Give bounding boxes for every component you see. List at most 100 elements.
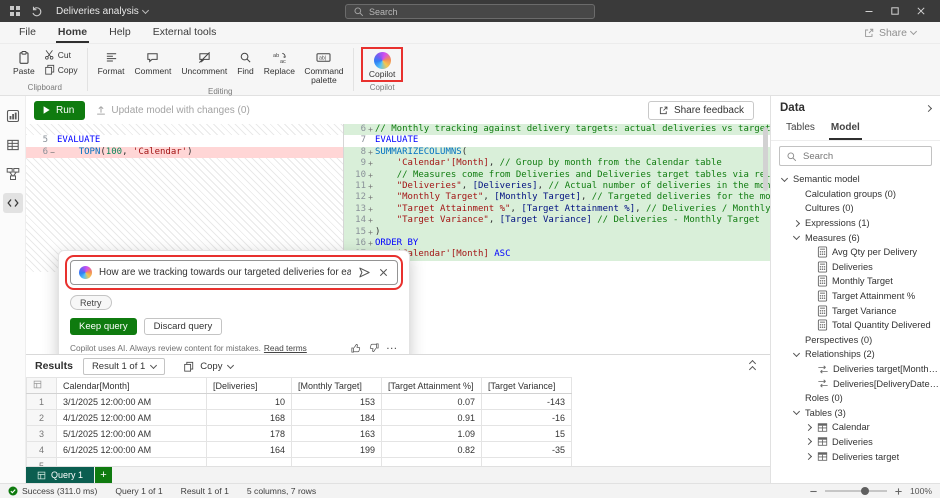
results-cell[interactable] bbox=[382, 458, 482, 467]
results-row[interactable]: 35/1/2025 12:00:00 AM1781631.0915 bbox=[27, 426, 572, 442]
code-line-8[interactable]: 8+SUMMARIZECOLUMNS( bbox=[344, 147, 770, 158]
copilot-prompt-input[interactable]: How are we tracking towards our targeted… bbox=[70, 260, 398, 285]
run-button[interactable]: Run bbox=[34, 101, 85, 120]
results-cell[interactable]: 199 bbox=[292, 442, 382, 458]
results-row[interactable]: 13/1/2025 12:00:00 AM101530.07-143 bbox=[27, 394, 572, 410]
tree-item-total-quantity-delivered[interactable]: Total Quantity Delivered bbox=[771, 318, 940, 333]
results-cell[interactable]: 0.91 bbox=[382, 410, 482, 426]
results-cell[interactable]: 10 bbox=[207, 394, 292, 410]
zoom-in-icon[interactable] bbox=[894, 487, 903, 496]
results-cell[interactable]: 0.82 bbox=[382, 442, 482, 458]
tree-item-semantic-model[interactable]: Semantic model bbox=[771, 172, 940, 187]
results-cell[interactable]: 1.09 bbox=[382, 426, 482, 442]
code-line-5[interactable]: 5EVALUATE bbox=[26, 135, 343, 146]
code-line-7[interactable]: 7EVALUATE bbox=[344, 135, 770, 146]
code-line-11[interactable]: 11+ "Deliveries", [Deliveries], // Actua… bbox=[344, 181, 770, 192]
code-line-16[interactable]: 16+ORDER BY bbox=[344, 238, 770, 249]
code-line-10[interactable]: 10+ // Measures come from Deliveries and… bbox=[344, 170, 770, 181]
results-column-header[interactable]: [Deliveries] bbox=[207, 378, 292, 394]
editing-format-button[interactable]: Format bbox=[94, 46, 129, 77]
editing-comment-button[interactable]: Comment bbox=[131, 46, 176, 77]
results-row[interactable]: 46/1/2025 12:00:00 AM1641990.82-35 bbox=[27, 442, 572, 458]
read-terms-link[interactable]: Read terms bbox=[264, 343, 307, 353]
code-line-9[interactable]: 9+ 'Calendar'[Month], // Group by month … bbox=[344, 158, 770, 169]
thumbs-down-icon[interactable] bbox=[369, 343, 379, 353]
discard-query-button[interactable]: Discard query bbox=[144, 318, 223, 335]
data-pane-tab-tables[interactable]: Tables bbox=[780, 120, 821, 140]
tree-item-deliveries-target[interactable]: Deliveries target bbox=[771, 449, 940, 464]
code-line-6[interactable]: 6+// Monthly tracking against delivery t… bbox=[344, 124, 770, 135]
titlebar-search-box[interactable]: Search bbox=[345, 4, 595, 19]
results-cell[interactable]: 184 bbox=[292, 410, 382, 426]
query-tab[interactable]: Query 1 bbox=[26, 467, 94, 483]
title-chevron-down-icon[interactable] bbox=[142, 6, 149, 13]
results-row[interactable]: 24/1/2025 12:00:00 AM1681840.91-16 bbox=[27, 410, 572, 426]
results-row[interactable]: 5 bbox=[27, 458, 572, 467]
copilot-button[interactable]: Copilot bbox=[365, 49, 399, 80]
editing-replace-button[interactable]: abacReplace bbox=[260, 46, 299, 77]
share-button[interactable]: Share bbox=[863, 27, 932, 39]
dax-editor[interactable]: 5EVALUATE6− TOPN(100, 'Calendar') 6+// M… bbox=[26, 124, 770, 354]
results-cell[interactable]: 164 bbox=[207, 442, 292, 458]
editor-scrollbar[interactable] bbox=[763, 127, 768, 191]
cut-button[interactable]: Cut bbox=[41, 48, 81, 61]
results-cell[interactable]: 163 bbox=[292, 426, 382, 442]
collapse-pane-chevron-icon[interactable] bbox=[925, 104, 932, 111]
data-pane-search[interactable]: Search bbox=[779, 146, 932, 166]
result-selector-dropdown[interactable]: Result 1 of 1 bbox=[83, 358, 165, 375]
tree-item-measures-6[interactable]: Measures (6) bbox=[771, 230, 940, 245]
results-cell[interactable]: 15 bbox=[482, 426, 572, 442]
keep-query-button[interactable]: Keep query bbox=[70, 318, 137, 335]
ribbon-tab-external-tools[interactable]: External tools bbox=[142, 23, 228, 42]
code-line-15[interactable]: 15+) bbox=[344, 227, 770, 238]
maximize-icon[interactable] bbox=[882, 0, 908, 22]
tree-item-deliveries[interactable]: Deliveries bbox=[771, 435, 940, 450]
update-model-button[interactable]: Update model with changes (0) bbox=[95, 104, 249, 116]
editing-find-button[interactable]: Find bbox=[233, 46, 258, 77]
code-line-13[interactable]: 13+ "Target Attainment %", [Target Attai… bbox=[344, 204, 770, 215]
tree-item-tables-3[interactable]: Tables (3) bbox=[771, 406, 940, 421]
table-view-button[interactable] bbox=[3, 135, 23, 155]
zoom-slider-thumb[interactable] bbox=[861, 487, 869, 495]
ribbon-tab-home[interactable]: Home bbox=[47, 23, 98, 42]
results-cell[interactable]: 178 bbox=[207, 426, 292, 442]
undo-icon[interactable] bbox=[28, 3, 46, 19]
tree-item-target-variance[interactable]: Target Variance bbox=[771, 303, 940, 318]
report-view-button[interactable] bbox=[3, 106, 23, 126]
share-feedback-button[interactable]: Share feedback bbox=[648, 101, 754, 120]
results-cell[interactable]: -143 bbox=[482, 394, 572, 410]
tree-item-target-attainment[interactable]: Target Attainment % bbox=[771, 289, 940, 304]
results-cell[interactable] bbox=[482, 458, 572, 467]
paste-button[interactable]: Paste bbox=[9, 46, 39, 77]
results-cell[interactable] bbox=[57, 458, 207, 467]
results-cell[interactable]: 4/1/2025 12:00:00 AM bbox=[57, 410, 207, 426]
copy-button[interactable]: Copy bbox=[41, 63, 81, 76]
results-cell[interactable]: 5/1/2025 12:00:00 AM bbox=[57, 426, 207, 442]
results-cell[interactable]: 3/1/2025 12:00:00 AM bbox=[57, 394, 207, 410]
app-grid-icon[interactable] bbox=[6, 3, 24, 19]
results-column-header[interactable]: [Target Variance] bbox=[482, 378, 572, 394]
editing-command-palette-button[interactable]: ab|Command palette bbox=[301, 46, 347, 86]
results-column-header[interactable]: [Monthly Target] bbox=[292, 378, 382, 394]
tree-item-calendar[interactable]: Calendar bbox=[771, 420, 940, 435]
collapse-results-icon[interactable] bbox=[750, 361, 761, 372]
thumbs-up-icon[interactable] bbox=[351, 343, 361, 353]
tree-item-roles-0[interactable]: Roles (0) bbox=[771, 391, 940, 406]
ribbon-tab-help[interactable]: Help bbox=[98, 23, 142, 42]
results-cell[interactable]: -35 bbox=[482, 442, 572, 458]
code-line-12[interactable]: 12+ "Monthly Target", [Monthly Target], … bbox=[344, 192, 770, 203]
results-cell[interactable]: -16 bbox=[482, 410, 572, 426]
code-line-14[interactable]: 14+ "Target Variance", [Target Variance]… bbox=[344, 215, 770, 226]
results-cell[interactable]: 168 bbox=[207, 410, 292, 426]
tree-item-expressions-1[interactable]: Expressions (1) bbox=[771, 216, 940, 231]
zoom-slider[interactable] bbox=[825, 490, 887, 492]
ribbon-tab-file[interactable]: File bbox=[8, 23, 47, 42]
tree-item-perspectives-0[interactable]: Perspectives (0) bbox=[771, 333, 940, 348]
close-prompt-icon[interactable] bbox=[378, 267, 389, 278]
more-options-icon[interactable]: ··· bbox=[387, 343, 398, 353]
tree-item-cultures-0[interactable]: Cultures (0) bbox=[771, 201, 940, 216]
send-icon[interactable] bbox=[358, 266, 371, 279]
tree-item-deliveries[interactable]: Deliveries bbox=[771, 260, 940, 275]
tree-item-calculation-groups-0[interactable]: Calculation groups (0) bbox=[771, 187, 940, 202]
close-icon[interactable] bbox=[908, 0, 934, 22]
